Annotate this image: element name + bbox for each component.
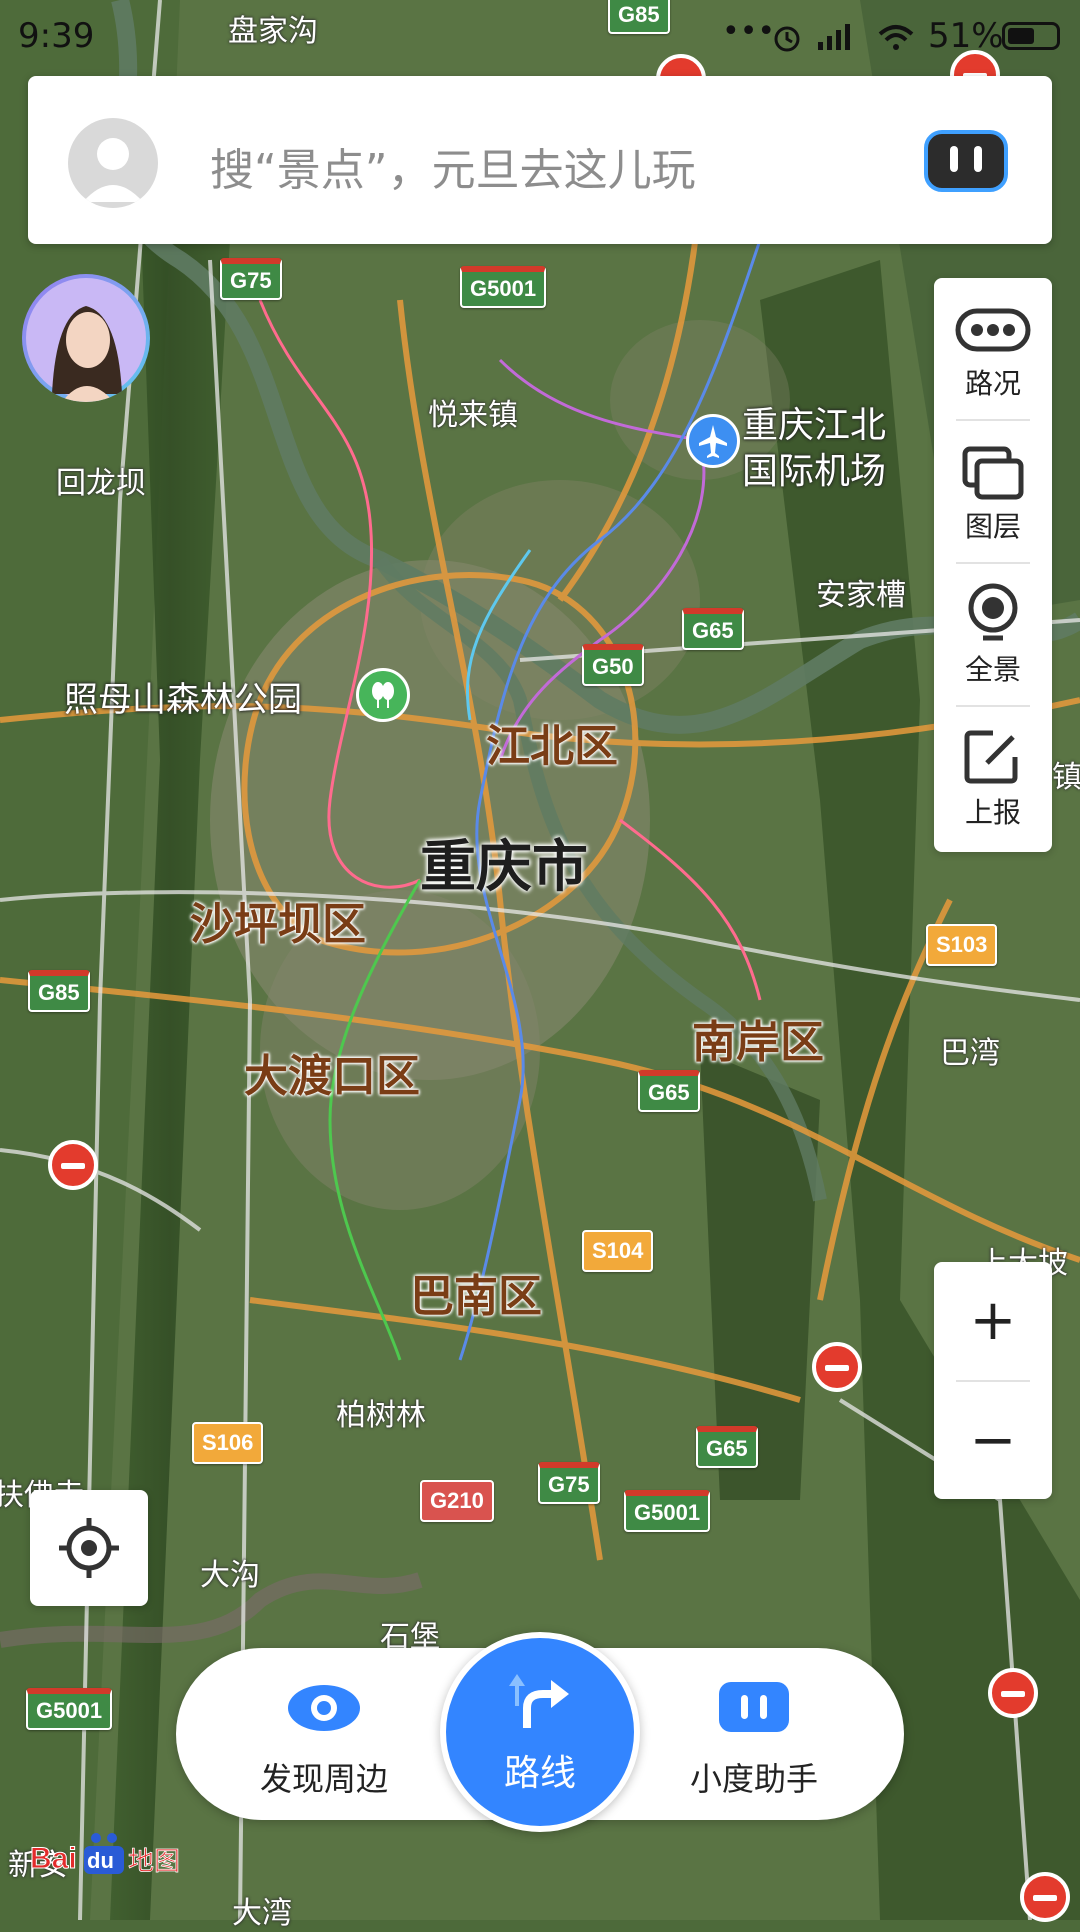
airport-icon [686,414,740,468]
highway-shield: G65 [696,1426,758,1468]
locate-icon [59,1518,119,1578]
panorama-button[interactable]: 全景 [934,564,1052,707]
district-label: 大渡口区 [244,1051,420,1102]
city-label: 重庆市 [420,835,588,900]
voice-assistant-button[interactable] [922,126,1010,196]
highway-shield: G65 [638,1070,700,1112]
place-label: 悦来镇 [428,398,518,433]
park-label: 照母山森林公园 [64,680,302,720]
no-entry-icon[interactable] [812,1342,862,1392]
zoom-out-icon: − [969,1408,1017,1473]
status-bar: 9:39 ••• 51% [0,0,1080,70]
district-label: 巴南区 [410,1271,542,1322]
baidu-map-logo: Bai du 地图 [30,1830,190,1880]
highway-shield: S106 [192,1422,264,1464]
zoom-out-button[interactable]: − [934,1382,1052,1499]
no-entry-icon[interactable] [48,1140,98,1190]
search-bar[interactable]: 搜“景点”，元旦去这儿玩 [28,76,1052,244]
highway-shield: S104 [582,1230,654,1272]
report-icon [964,730,1018,784]
highway-shield: G5001 [460,266,547,308]
route-arrow-icon [509,1674,569,1728]
district-label: 南岸区 [692,1017,824,1068]
highway-shield: G75 [220,258,282,300]
battery-percent: 51% [928,16,1004,56]
highway-shield: G65 [682,608,744,650]
map-tools-panel: 路况 图层 全景 上报 [934,278,1052,852]
discover-label: 发现周边 [259,1760,388,1798]
assistant-label: 小度助手 [689,1760,818,1798]
assistant-button[interactable]: 小度助手 [654,1648,854,1820]
search-input[interactable]: 搜“景点”，元旦去这儿玩 [210,134,696,198]
highway-shield: G210 [420,1480,494,1522]
place-label: 巴湾 [940,1036,1000,1071]
user-avatar[interactable] [68,118,158,208]
report-button[interactable]: 上报 [934,707,1052,850]
signal-icon [818,24,850,50]
park-poi[interactable]: 照母山森林公园 [64,668,424,724]
traffic-button[interactable]: 路况 [934,278,1052,421]
no-entry-icon[interactable] [988,1668,1038,1718]
xiaodu-icon [719,1682,789,1732]
highway-shield: G75 [538,1462,600,1504]
svg-text:Bai: Bai [30,1842,77,1875]
place-label: 柏树林 [336,1398,426,1433]
district-label: 沙坪坝区 [190,899,366,950]
zoom-controls: + − [934,1262,1052,1499]
highway-shield: G5001 [624,1490,711,1532]
airport-poi[interactable]: 重庆江北 国际机场 [686,396,926,496]
profile-avatar[interactable] [22,274,150,402]
highway-shield: G5001 [26,1688,113,1730]
wifi-icon [878,25,914,50]
place-label: 镇 [1052,760,1080,795]
highway-shield: S103 [926,924,998,966]
discover-nearby-button[interactable]: 发现周边 [224,1648,424,1820]
traffic-label: 路况 [964,367,1021,400]
layers-icon [962,446,1024,500]
no-entry-icon[interactable] [1020,1872,1070,1922]
airport-label-line1: 重庆江北 [742,405,887,446]
place-label: 回龙坝 [56,466,146,501]
report-label: 上报 [964,796,1021,829]
battery-icon [1002,22,1060,50]
svg-text:地图: 地图 [128,1847,180,1877]
airport-label-line2: 国际机场 [742,451,887,492]
highway-shield: G50 [582,644,644,686]
place-label: 安家槽 [816,578,906,613]
route-button[interactable]: 路线 [440,1632,640,1832]
panorama-label: 全景 [964,653,1021,686]
zoom-in-button[interactable]: + [934,1262,1052,1380]
status-time: 9:39 [18,16,95,56]
layers-button[interactable]: 图层 [934,421,1052,564]
route-label: 路线 [503,1753,576,1794]
locate-button[interactable] [30,1490,148,1606]
more-dots-icon: ••• [722,14,776,49]
traffic-icon [955,308,1031,352]
svg-text:du: du [87,1848,114,1873]
eye-icon [288,1685,360,1731]
layers-label: 图层 [964,510,1021,543]
place-label: 大湾 [232,1896,292,1931]
place-label: 大沟 [200,1558,260,1593]
zoom-in-icon: + [969,1288,1017,1353]
panorama-icon [968,583,1018,641]
alarm-icon [774,26,800,52]
district-label: 江北区 [486,721,618,772]
highway-shield: G85 [28,970,90,1012]
park-icon [356,668,410,722]
